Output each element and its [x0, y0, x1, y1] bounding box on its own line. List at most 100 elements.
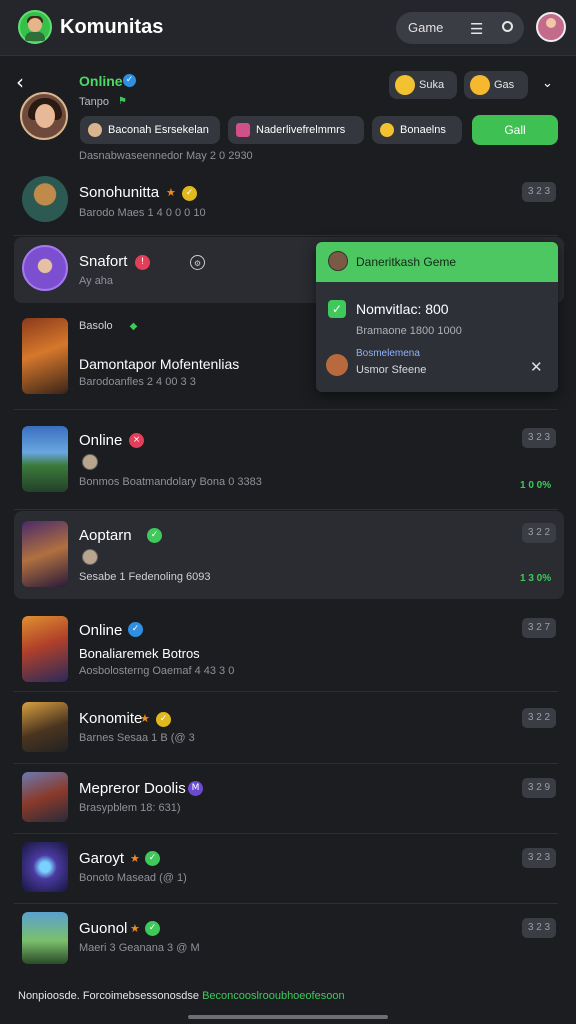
search-icon[interactable]	[502, 21, 513, 32]
item-subtitle: Maeri 3 Geanana 3 @ M	[79, 942, 200, 954]
chevron-down-icon[interactable]: ⌄	[542, 76, 553, 91]
reaction-chip-gas[interactable]: Gas	[464, 71, 528, 99]
item-title: Aoptarn	[79, 527, 132, 544]
time-badge: 3 2 7	[522, 618, 556, 638]
avatar-icon	[88, 123, 102, 137]
item-title: Online	[79, 432, 123, 449]
profile-subtitle: Tanpo	[79, 96, 109, 108]
list-item[interactable]: Aoptarn ✓ Sesabe 1 Fedenoling 6093 3 2 2…	[14, 511, 564, 599]
popup-header: Daneritkash Geme	[316, 242, 558, 282]
reaction-chip-suka[interactable]: Suka	[389, 71, 457, 99]
thumbnail	[22, 842, 68, 892]
footer-text: Nonpioosde. Forcoimebsessonosdse Beconco…	[18, 990, 345, 1002]
avatar	[326, 354, 348, 376]
item-subtitle: Barnes Sesaa 1 B (@ 3	[79, 732, 195, 744]
home-indicator[interactable]	[188, 1015, 388, 1019]
mod-icon: M	[188, 781, 203, 796]
popup-note-label: Bosmelemena	[356, 348, 420, 359]
notification-popup[interactable]: Daneritkash Geme ✓ Nomvitlac: 800 Bramao…	[316, 242, 558, 392]
verified-icon: ✓	[156, 712, 171, 727]
tag-chip-2[interactable]: Naderlivefrelmmrs	[228, 116, 364, 144]
thumbnail	[22, 426, 68, 492]
verified-icon: ✓	[145, 851, 160, 866]
popup-note-value: Usmor Sfeene	[356, 364, 427, 376]
progress-count: 1 0 0%	[520, 480, 552, 491]
item-subtitle: Sesabe 1 Fedenoling 6093	[79, 571, 211, 583]
verified-icon: ✓	[128, 622, 143, 637]
time-badge: 3 2 3	[522, 848, 556, 868]
list-item[interactable]: Online × Bonmos Boatmandolary Bona 0 338…	[0, 414, 576, 510]
settings-icon[interactable]: ⚙	[190, 255, 205, 270]
item-subtitle: Ay aha	[79, 275, 114, 287]
thumbnail	[22, 616, 68, 682]
alert-icon: ×	[129, 433, 144, 448]
time-badge: 3 2 2	[522, 708, 556, 728]
list-item[interactable]: Sonohunitta ★ ✓ Barodo Maes 1 4 0 0 0 10…	[0, 170, 576, 236]
item-title: Konomite	[79, 710, 143, 727]
footer-link[interactable]: Beconcooslrooubhoeofesoon	[202, 990, 345, 1002]
emoji-icon	[380, 123, 394, 137]
star-icon: ★	[140, 712, 150, 725]
star-icon: ★	[166, 186, 176, 199]
app-logo-icon[interactable]	[18, 10, 52, 44]
verified-icon: ✓	[123, 74, 136, 87]
item-title: Sonohunitta	[79, 184, 160, 201]
emoji-icon	[395, 75, 415, 95]
tag-chip-1[interactable]: Baconah Esrsekelan	[80, 116, 220, 144]
thumbnail	[22, 176, 68, 222]
flag-icon: ⚑	[118, 96, 127, 107]
user-avatar[interactable]	[536, 12, 566, 42]
list-item[interactable]: Garoyt ★ ✓ Bonoto Masead (@ 1) 3 2 3	[0, 834, 576, 904]
game-filter-label: Game	[408, 20, 444, 35]
game-filter-button[interactable]: Game ☰	[396, 12, 524, 44]
popup-title: Nomvitlac: 800	[356, 301, 449, 317]
thumbnail	[22, 318, 68, 394]
tag-chip-3[interactable]: Bonaelns	[372, 116, 462, 144]
time-badge: 3 2 3	[522, 182, 556, 202]
alert-icon: !	[135, 255, 150, 270]
avatar	[82, 549, 98, 565]
menu-icon[interactable]: ☰	[470, 20, 483, 38]
item-heading: Bonaliaremek Botros	[79, 646, 200, 661]
item-subtitle: Bonmos Boatmandolary Bona 0 3383	[79, 476, 262, 488]
top-bar: Komunitas Game ☰	[0, 0, 576, 56]
verified-icon: ✓	[182, 186, 197, 201]
verified-icon: ✓	[145, 921, 160, 936]
thumbnail	[22, 521, 68, 587]
online-icon: ◆	[129, 321, 138, 332]
popup-subtitle: Bramaone 1800 1000	[356, 325, 462, 337]
item-title: Guonol	[79, 920, 128, 937]
item-title: Mepreror Doolis	[79, 780, 186, 797]
item-subtitle: Bonoto Masead (@ 1)	[79, 872, 187, 884]
item-title: Snafort	[79, 253, 128, 270]
list-item[interactable]: Mepreror Doolis M Brasypblem 18: 631) 3 …	[0, 764, 576, 834]
item-title: Garoyt	[79, 850, 125, 867]
profile-avatar[interactable]	[20, 92, 68, 140]
item-subtitle: Barodoanfles 2 4 00 3 3	[79, 376, 196, 388]
item-subtitle: Aosbolosterng Oaemaf 4 43 3 0	[79, 665, 235, 677]
call-button[interactable]: Gall	[472, 115, 558, 145]
check-icon: ✓	[328, 300, 346, 318]
star-icon: ★	[130, 852, 140, 865]
profile-status: Online	[79, 73, 123, 89]
thumbnail	[22, 245, 68, 291]
time-badge: 3 2 3	[522, 428, 556, 448]
thumbnail	[22, 772, 68, 822]
verified-icon: ✓	[147, 528, 162, 543]
popup-header-title: Daneritkash Geme	[356, 255, 457, 269]
star-icon: ★	[130, 922, 140, 935]
thumbnail	[22, 702, 68, 752]
avatar	[82, 454, 98, 470]
progress-count: 1 3 0%	[520, 573, 552, 584]
item-subtitle: Brasypblem 18: 631)	[79, 802, 181, 814]
time-badge: 3 2 9	[522, 778, 556, 798]
list-item[interactable]: Online ✓ Bonaliaremek Botros Aosboloster…	[0, 604, 576, 692]
thumbnail	[22, 912, 68, 964]
page-title: Komunitas	[60, 16, 164, 38]
tag-icon	[236, 123, 250, 137]
item-title: Basolo	[79, 320, 113, 332]
list-item[interactable]: Konomite ★ ✓ Barnes Sesaa 1 B (@ 3 3 2 2	[0, 694, 576, 764]
close-icon[interactable]: ✕	[530, 358, 543, 376]
back-arrow-icon[interactable]: ‹	[16, 70, 24, 94]
list-item[interactable]: Guonol ★ ✓ Maeri 3 Geanana 3 @ M 3 2 3	[0, 904, 576, 976]
